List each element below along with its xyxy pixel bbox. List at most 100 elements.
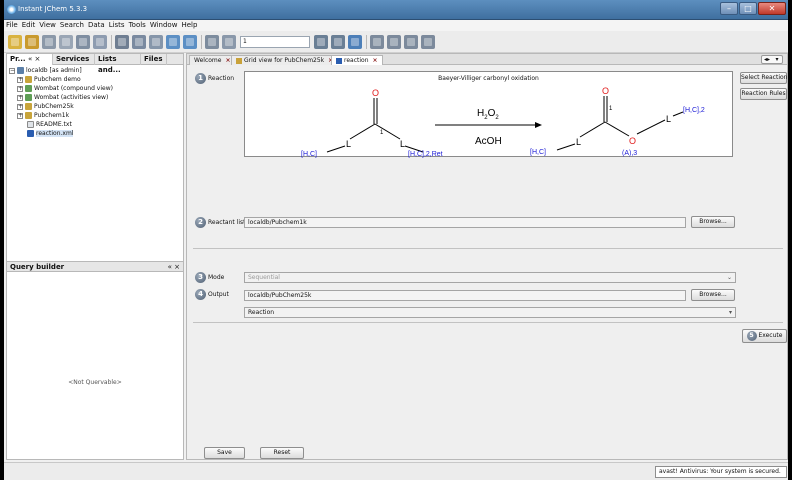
chart-icon[interactable]	[348, 35, 362, 49]
filter-icon[interactable]	[314, 35, 328, 49]
chevron-down-icon: ▾	[728, 309, 732, 316]
reactant-browse-button[interactable]: Browse...	[691, 216, 735, 228]
output-field[interactable]: localdb/PubChem25k	[244, 290, 686, 301]
tree-item[interactable]: PubChem25k	[17, 102, 74, 111]
schema-icon	[25, 112, 32, 119]
redo-icon[interactable]	[183, 35, 197, 49]
tree-item[interactable]: Pubchem demo	[17, 75, 81, 84]
close-icon[interactable]: ×	[373, 57, 378, 64]
reactant-list-label: Reactant list	[208, 219, 246, 226]
sort-icon[interactable]	[205, 35, 219, 49]
export-icon[interactable]	[76, 35, 90, 49]
left-tab-bar: Pr... « × Services Lists and... Files	[7, 54, 183, 74]
tree-item[interactable]: Wombat (compound view)	[17, 84, 113, 93]
menu-data[interactable]: Data	[86, 20, 107, 31]
record-combo[interactable]: 1	[240, 36, 310, 48]
reaction-canvas[interactable]: Baeyer-Villiger carbonyl oxidation O L L…	[244, 71, 733, 158]
minimize-button[interactable]: –	[720, 2, 738, 15]
new-icon[interactable]	[8, 35, 22, 49]
expand-icon[interactable]	[17, 111, 23, 120]
execute-button[interactable]: 5 Execute	[742, 329, 787, 343]
maximize-button[interactable]: □	[739, 2, 757, 15]
reactant-list-field[interactable]: localdb/Pubchem1k	[244, 217, 686, 228]
reaction-rules-button[interactable]: Reaction Rules	[740, 88, 787, 100]
product-ester-oxygen: O	[629, 136, 636, 146]
menu-help[interactable]: Help	[179, 20, 199, 31]
select-reaction-button[interactable]: Select Reaction	[740, 72, 787, 84]
tab-files[interactable]: Files	[141, 54, 167, 65]
chevron-left-icon[interactable]: ◂▸	[762, 56, 772, 64]
projects-panel: Pr... « × Services Lists and... Files lo…	[6, 53, 184, 460]
table-icon	[25, 94, 32, 101]
collapse-icon[interactable]	[9, 66, 15, 75]
query-builder-header: Query builder « ×	[7, 261, 183, 272]
tree-item[interactable]: README.txt	[17, 120, 72, 129]
menu-file[interactable]: File	[4, 20, 20, 31]
tree-item[interactable]: reaction.xml	[17, 129, 74, 138]
chevron-down-icon[interactable]: ▾	[772, 56, 782, 64]
menu-edit[interactable]: Edit	[20, 20, 38, 31]
editor-tab-bar: Welcome× Grid view for PubChem25k× react…	[187, 54, 787, 65]
undo-icon[interactable]	[166, 35, 180, 49]
tab-projects-controls[interactable]: « ×	[28, 55, 40, 63]
tree-item[interactable]: Wombat (activities view)	[17, 93, 108, 102]
step-5-badge: 5	[746, 330, 757, 341]
menu-search[interactable]: Search	[58, 20, 86, 31]
tab-grid-view-label: Grid view for PubChem25k	[244, 57, 325, 64]
output-browse-button[interactable]: Browse...	[691, 289, 735, 301]
save-button[interactable]: Save	[204, 447, 245, 459]
minimize-icon: –	[727, 4, 731, 13]
tab-lists[interactable]: Lists and...	[95, 54, 141, 74]
menu-tools[interactable]: Tools	[127, 20, 148, 31]
menu-lists[interactable]: Lists	[107, 20, 127, 31]
sort-clear-icon[interactable]	[421, 35, 435, 49]
mode-select[interactable]: Sequential ⌄	[244, 272, 736, 283]
toolbar: 1	[4, 31, 788, 53]
expand-icon[interactable]	[17, 102, 23, 111]
tree-item[interactable]: Pubchem1k	[17, 111, 69, 120]
close-button[interactable]: ✕	[758, 2, 786, 15]
tab-reaction[interactable]: reaction ×	[331, 55, 383, 65]
window-title: Instant JChem 5.3.3	[18, 5, 88, 13]
menu-bar: File Edit View Search Data Lists Tools W…	[4, 20, 788, 31]
tab-grid-view[interactable]: Grid view for PubChem25k×	[231, 55, 339, 65]
toolbar-separator	[366, 35, 367, 49]
tab-services[interactable]: Services	[53, 54, 95, 65]
editor-area: Welcome× Grid view for PubChem25k× react…	[186, 53, 788, 460]
menu-view[interactable]: View	[37, 20, 58, 31]
sort-desc-icon[interactable]	[387, 35, 401, 49]
database-icon	[17, 67, 24, 74]
maximize-icon: □	[744, 4, 752, 13]
reset-button[interactable]: Reset	[260, 447, 304, 459]
cut-icon[interactable]	[115, 35, 129, 49]
print-icon[interactable]	[42, 35, 56, 49]
tab-navigation[interactable]: ◂▸ ▾	[761, 55, 783, 64]
product-hc-left: [H,C]	[530, 149, 546, 156]
sort-asc-icon[interactable]	[370, 35, 384, 49]
reaction-arrowhead	[535, 122, 542, 128]
print-preview-icon[interactable]	[59, 35, 73, 49]
toolbar-separator	[201, 35, 202, 49]
open-icon[interactable]	[25, 35, 39, 49]
reagent-top: H2O2	[477, 108, 499, 121]
eject-icon[interactable]	[222, 35, 236, 49]
close-icon[interactable]: ×	[225, 57, 230, 64]
output-type-select[interactable]: Reaction ▾	[244, 307, 736, 318]
expand-icon[interactable]	[17, 84, 23, 93]
paste-icon[interactable]	[149, 35, 163, 49]
tab-welcome[interactable]: Welcome ×	[189, 55, 236, 65]
copy-icon[interactable]	[132, 35, 146, 49]
reactant-bond-hc-left	[326, 145, 346, 153]
chevron-down-icon: ⌄	[726, 274, 732, 281]
tab-projects[interactable]: Pr... « ×	[7, 54, 53, 65]
query-builder-controls[interactable]: « ×	[168, 263, 180, 271]
clear-filter-icon[interactable]	[331, 35, 345, 49]
product-bond-o-l	[636, 119, 666, 135]
menu-window[interactable]: Window	[148, 20, 180, 31]
import-icon[interactable]	[93, 35, 107, 49]
reactant-hc-right: [H,C],2,Ret	[408, 151, 443, 158]
tree-item-label: Wombat (activities view)	[34, 94, 109, 101]
sort-multi-icon[interactable]	[404, 35, 418, 49]
expand-icon[interactable]	[17, 75, 23, 84]
expand-icon[interactable]	[17, 93, 23, 102]
